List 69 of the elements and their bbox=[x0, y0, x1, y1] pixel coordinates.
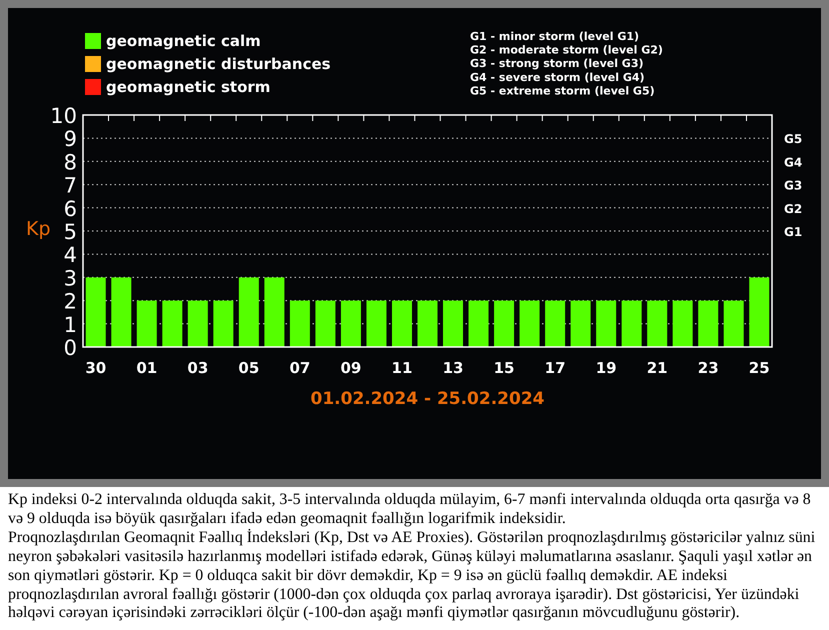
legend-label: geomagnetic storm bbox=[106, 78, 270, 96]
storm-level-label: G1 - minor storm (level G1) bbox=[470, 30, 640, 43]
bar bbox=[443, 300, 464, 347]
bar bbox=[596, 300, 616, 347]
bar bbox=[724, 300, 744, 347]
bar bbox=[647, 300, 668, 347]
x-tick-label: 03 bbox=[187, 359, 208, 377]
y-axis-label: Kp bbox=[26, 218, 51, 240]
bar bbox=[315, 300, 336, 347]
bar bbox=[570, 300, 591, 347]
x-tick-label: 01 bbox=[136, 359, 158, 377]
bar bbox=[188, 300, 208, 347]
bar bbox=[520, 300, 540, 347]
bar bbox=[749, 277, 770, 347]
bar bbox=[264, 277, 284, 347]
x-tick-label: 23 bbox=[698, 359, 719, 377]
bar bbox=[213, 300, 234, 347]
y-tick-label: 2 bbox=[64, 290, 77, 314]
bar bbox=[86, 277, 106, 347]
storm-level-label: G5 - extreme storm (level G5) bbox=[470, 84, 655, 98]
x-tick-label: 17 bbox=[544, 359, 566, 377]
x-tick-label: 15 bbox=[494, 359, 514, 377]
g-level-label: G4 bbox=[784, 155, 802, 170]
g-level-label: G2 bbox=[784, 202, 802, 216]
bar bbox=[290, 300, 310, 347]
storm-level-label: G4 - severe storm (level G4) bbox=[470, 70, 645, 84]
bar bbox=[366, 300, 386, 347]
bar bbox=[111, 277, 132, 347]
storm-level-label: G3 - strong storm (level G3) bbox=[470, 57, 644, 70]
g-level-label: G1 bbox=[784, 225, 802, 239]
bar bbox=[622, 300, 642, 347]
x-tick-label: 07 bbox=[289, 359, 310, 377]
y-tick-label: 6 bbox=[64, 196, 77, 221]
x-tick-label: 25 bbox=[748, 359, 770, 377]
y-tick-label: 3 bbox=[64, 266, 77, 290]
y-tick-label: 10 bbox=[50, 104, 77, 128]
y-tick-label: 9 bbox=[64, 127, 77, 152]
bar bbox=[698, 300, 718, 347]
bar bbox=[545, 300, 566, 347]
x-tick-label: 19 bbox=[596, 359, 617, 377]
bar bbox=[672, 300, 693, 347]
y-tick-label: 0 bbox=[64, 336, 77, 360]
y-tick-label: 4 bbox=[64, 243, 77, 268]
bar bbox=[136, 300, 157, 347]
x-tick-label: 09 bbox=[340, 359, 362, 377]
bar bbox=[162, 300, 182, 347]
description-paragraph: Proqnozlaşdırılan Geomaqnit Fəallıq İndeksləri (Kp, Dst və AE Proxies). Göstərilən proqnozlaşdırılmış göstəricilər yalnız süni neyron şəbəkələri vasitəsilə hazırlanmış modelləri istifadə edərək, Günəş küləyi məlumatlarına əsaslanır. Şaquli yaşıl xətlər ən son qiymətləri göstərir. Kp = 0 olduqca sakit bir dövr deməkdir, Kp = 9 isə ən güclü fəallıq deməkdir. AE indeksi proqnozlaşdırılan avroral fəallığı göstərir (1000-dən çox olduqda çox parlaq avroraya işarədir). Dst göstəricisi, Yer üzündəki həlqəvi cərəyan içərisindəki zərrəcikləri ölçür (-100-dən aşağı mənfi qiymətlər qasırğanın mövcudluğunu göstərir). bbox=[8, 528, 816, 624]
x-tick-label: 11 bbox=[392, 359, 412, 377]
bar bbox=[238, 277, 259, 347]
y-tick-label: 5 bbox=[64, 220, 77, 244]
legend-label: geomagnetic disturbances bbox=[106, 55, 331, 73]
bar bbox=[340, 300, 361, 347]
storm-level-label: G2 - moderate storm (level G2) bbox=[470, 44, 663, 57]
x-tick-label: 05 bbox=[238, 359, 260, 377]
x-tick-label: 30 bbox=[85, 359, 106, 377]
y-tick-label: 7 bbox=[64, 174, 77, 198]
bar bbox=[418, 300, 438, 347]
y-tick-label: 1 bbox=[64, 312, 77, 337]
description-paragraph: Kp indeksi 0-2 intervalında olduqda sakit, 3-5 intervalında olduqda mülayim, 6-7 mənfi intervalında olduqda orta qasırğa və 8 və 9 olduqda isə böyük qasırğaları ifadə edən geomaqnit fəallığın logarifmik indeksidir. bbox=[8, 491, 812, 529]
x-tick-label: 13 bbox=[442, 359, 464, 377]
bar bbox=[494, 300, 514, 347]
x-tick-label: 21 bbox=[646, 359, 668, 377]
bar bbox=[392, 300, 412, 347]
g-level-label: G5 bbox=[784, 132, 802, 146]
legend-label: geomagnetic calm bbox=[106, 32, 261, 50]
bar bbox=[468, 300, 489, 347]
y-tick-label: 8 bbox=[64, 150, 77, 174]
date-range-title: 01.02.2024 - 25.02.2024 bbox=[310, 389, 544, 409]
g-level-label: G3 bbox=[784, 178, 802, 193]
